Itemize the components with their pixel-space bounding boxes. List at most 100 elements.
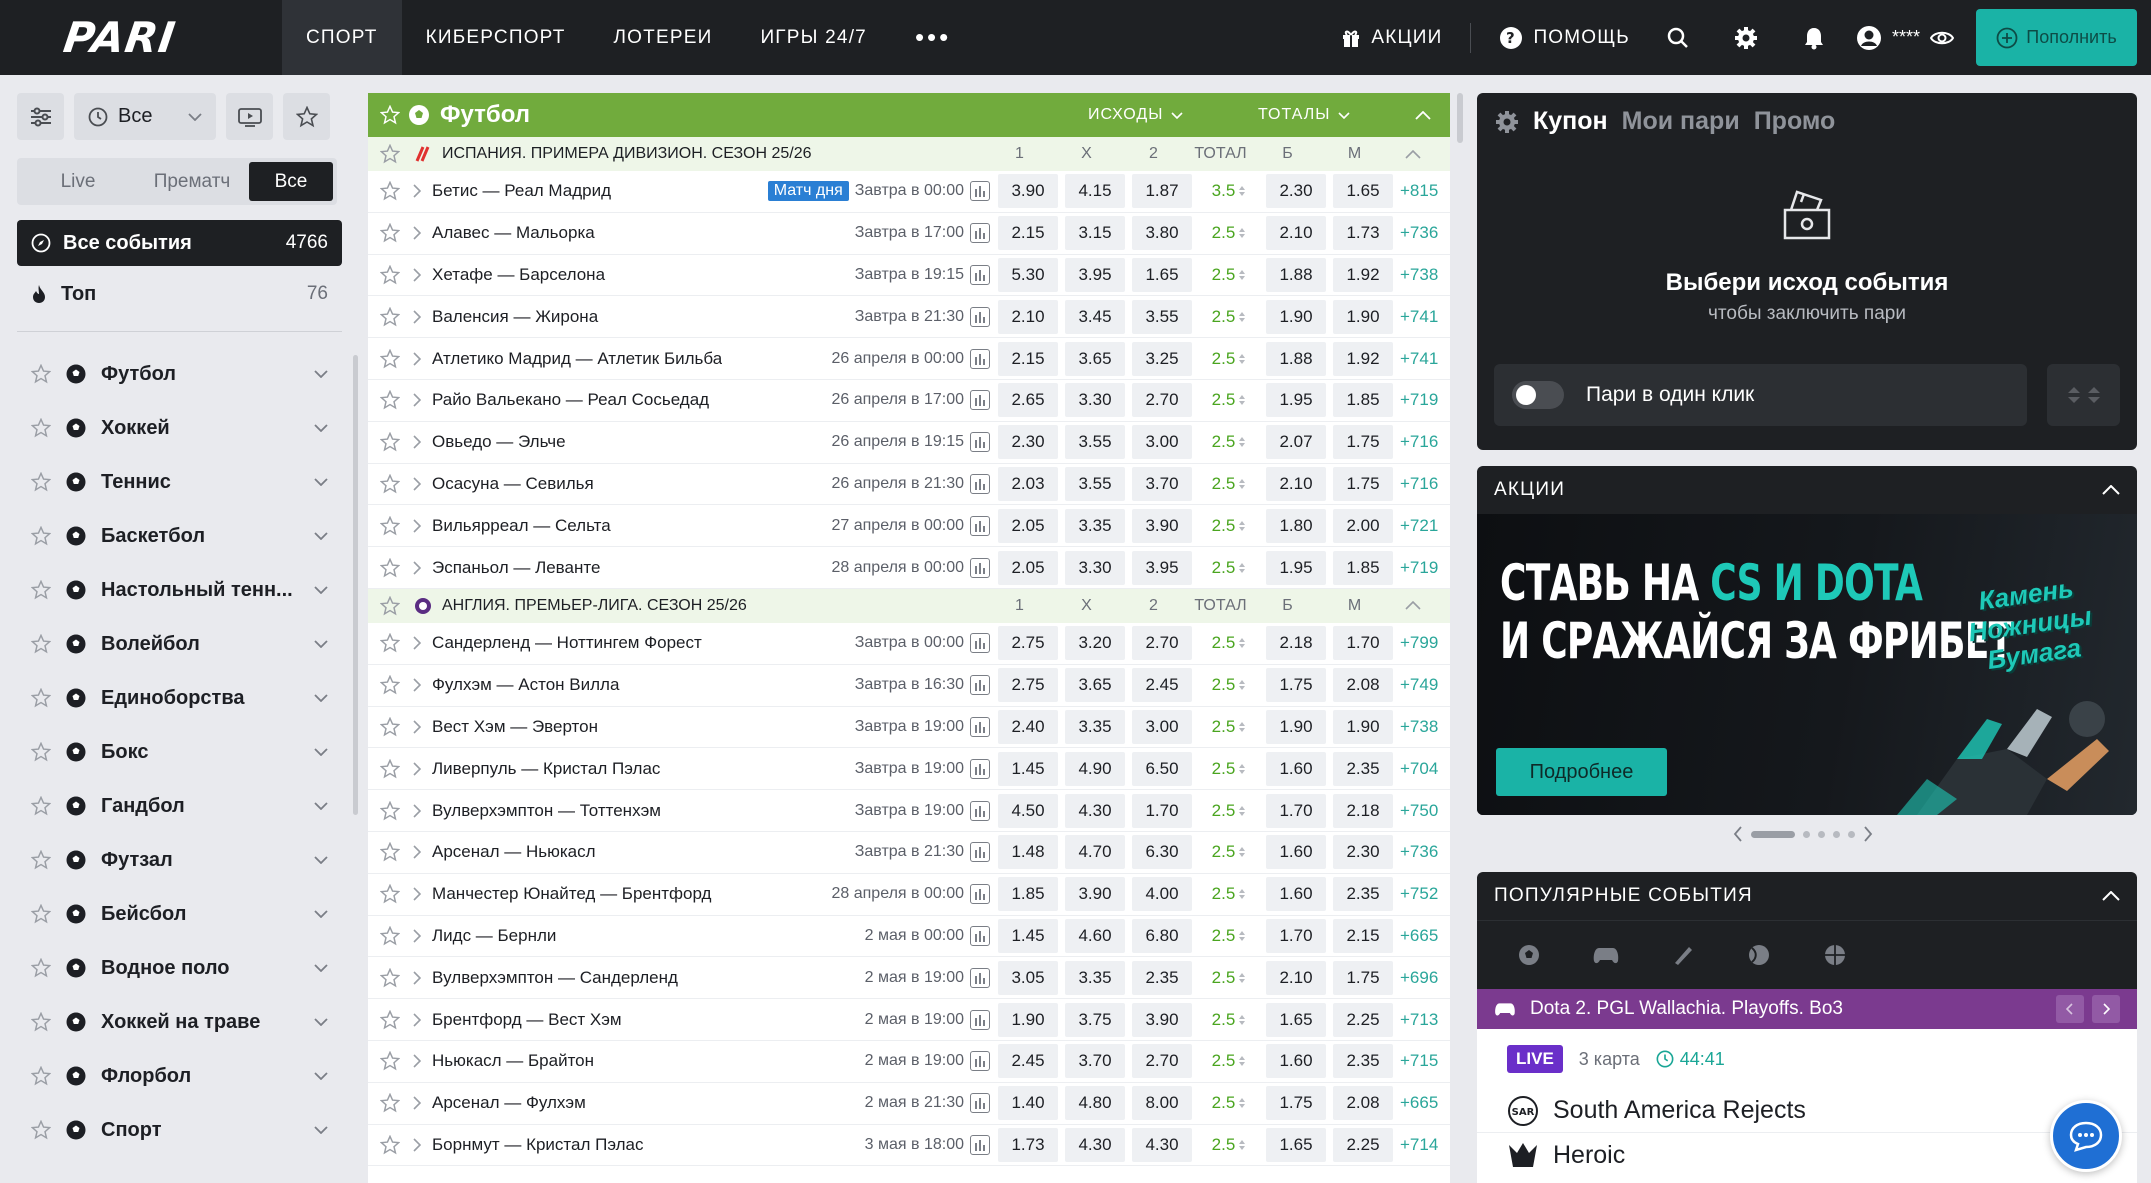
- match-row[interactable]: Овьедо — Эльче 26 апреля в 19:15 2.30 3.55 3…: [368, 422, 1450, 464]
- odd-home[interactable]: 1.90: [998, 1002, 1058, 1037]
- team-row[interactable]: SAR South America Rejects: [1477, 1089, 2137, 1133]
- odd-home[interactable]: 1.45: [998, 918, 1058, 953]
- chevron-right-icon[interactable]: [402, 1096, 432, 1110]
- statistics-icon[interactable]: [970, 967, 990, 988]
- odd-under[interactable]: 2.25: [1333, 1127, 1393, 1162]
- statistics-icon[interactable]: [970, 181, 990, 202]
- odd-home[interactable]: 5.30: [998, 257, 1058, 292]
- star-icon[interactable]: [31, 1012, 51, 1032]
- chevron-down-icon[interactable]: [314, 964, 328, 972]
- outcomes-dropdown[interactable]: ИСХОДЫ: [1088, 106, 1258, 124]
- more-markets-link[interactable]: +752: [1400, 884, 1450, 904]
- total-value[interactable]: 2.5: [1199, 216, 1259, 251]
- odd-under[interactable]: 1.90: [1333, 299, 1393, 334]
- settings-button[interactable]: [1712, 0, 1780, 75]
- more-markets-link[interactable]: +704: [1400, 759, 1450, 779]
- match-row[interactable]: Бетис — Реал Мадрид Матч дня Завтра в 00:0…: [368, 171, 1450, 213]
- more-markets-link[interactable]: +721: [1400, 516, 1450, 536]
- odd-away[interactable]: 4.30: [1132, 1127, 1192, 1162]
- match-row[interactable]: Хетафе — Барселона Завтра в 19:15 5.30 3.95…: [368, 255, 1450, 297]
- total-value[interactable]: 2.5: [1199, 793, 1259, 828]
- odd-over[interactable]: 1.75: [1266, 1086, 1326, 1121]
- more-markets-link[interactable]: +815: [1400, 181, 1450, 201]
- tab-promo[interactable]: Промо: [1754, 107, 1836, 136]
- star-icon[interactable]: [380, 842, 402, 862]
- odd-away[interactable]: 2.70: [1132, 383, 1192, 418]
- star-icon[interactable]: [380, 105, 400, 125]
- chevron-right-icon[interactable]: [402, 435, 432, 449]
- sidebar-item-sport[interactable]: Спорт: [17, 1103, 342, 1157]
- statistics-icon[interactable]: [970, 306, 990, 327]
- odd-draw[interactable]: 3.75: [1065, 1002, 1125, 1037]
- odd-over[interactable]: 1.70: [1266, 793, 1326, 828]
- total-value[interactable]: 2.5: [1199, 299, 1259, 334]
- odd-under[interactable]: 1.85: [1333, 550, 1393, 585]
- star-icon[interactable]: [31, 580, 51, 600]
- filters-button[interactable]: [17, 93, 64, 140]
- total-value[interactable]: 2.5: [1199, 877, 1259, 912]
- odd-draw[interactable]: 4.15: [1065, 174, 1125, 209]
- mode-all[interactable]: Все: [249, 162, 333, 201]
- match-row[interactable]: Ливерпуль — Кристал Пэлас Завтра в 19:00 1…: [368, 748, 1450, 791]
- more-markets-link[interactable]: +741: [1400, 307, 1450, 327]
- promo-banner[interactable]: СТАВЬ НА CS И DOTA И СРАЖАЙСЯ ЗА ФРИБЕТ …: [1477, 514, 2137, 815]
- chevron-down-icon[interactable]: [314, 1126, 328, 1134]
- statistics-icon[interactable]: [970, 348, 990, 369]
- collapse-icon[interactable]: [2102, 891, 2120, 901]
- sidebar-scrollbar[interactable]: [353, 355, 358, 815]
- sidebar-item-sport[interactable]: Гандбол: [17, 779, 342, 833]
- odd-home[interactable]: 1.45: [998, 751, 1058, 786]
- odd-under[interactable]: 1.75: [1333, 466, 1393, 501]
- statistics-icon[interactable]: [970, 264, 990, 285]
- team-row[interactable]: Heroic 1: [1477, 1133, 2137, 1177]
- total-value[interactable]: 2.5: [1199, 341, 1259, 376]
- odd-over[interactable]: 1.60: [1266, 835, 1326, 870]
- carousel-dot[interactable]: [1803, 830, 1810, 838]
- total-value[interactable]: 2.5: [1199, 626, 1259, 661]
- chat-button[interactable]: [2050, 1100, 2122, 1172]
- sidebar-item-sport[interactable]: Хоккей на траве: [17, 995, 342, 1049]
- odd-home[interactable]: 2.05: [998, 550, 1058, 585]
- total-value[interactable]: 2.5: [1199, 1086, 1259, 1121]
- star-icon[interactable]: [31, 634, 51, 654]
- odd-over[interactable]: 1.70: [1266, 918, 1326, 953]
- total-value[interactable]: 2.5: [1199, 918, 1259, 953]
- star-icon[interactable]: [31, 904, 51, 924]
- match-row[interactable]: Осасуна — Севилья 26 апреля в 21:30 2.03 3.…: [368, 464, 1450, 506]
- odd-under[interactable]: 2.35: [1333, 751, 1393, 786]
- statistics-icon[interactable]: [970, 432, 990, 453]
- deposit-button[interactable]: Пополнить: [1976, 9, 2137, 66]
- sidebar-item-sport[interactable]: Настольный тенн...: [17, 563, 342, 617]
- odd-draw[interactable]: 3.65: [1065, 668, 1125, 703]
- odd-away[interactable]: 1.65: [1132, 257, 1192, 292]
- user-account[interactable]: ****: [1848, 25, 1962, 51]
- time-filter-select[interactable]: Все: [74, 93, 216, 140]
- more-markets-link[interactable]: +696: [1400, 968, 1450, 988]
- total-value[interactable]: 2.5: [1199, 383, 1259, 418]
- odd-home[interactable]: 2.45: [998, 1044, 1058, 1079]
- chevron-down-icon[interactable]: [314, 424, 328, 432]
- match-row[interactable]: Вулверхэмптон — Тоттенхэм Завтра в 19:00 4…: [368, 790, 1450, 832]
- statistics-icon[interactable]: [970, 390, 990, 411]
- odd-under[interactable]: 1.70: [1333, 626, 1393, 661]
- help-link[interactable]: ? ПОМОЩЬ: [1485, 26, 1644, 50]
- video-button[interactable]: [226, 93, 273, 140]
- total-value[interactable]: 3.5: [1199, 174, 1259, 209]
- chevron-right-icon[interactable]: [402, 845, 432, 859]
- odd-under[interactable]: 1.92: [1333, 257, 1393, 292]
- chevron-right-icon[interactable]: [402, 720, 432, 734]
- carousel-dot[interactable]: [1818, 830, 1825, 838]
- total-value[interactable]: 2.5: [1199, 257, 1259, 292]
- star-icon[interactable]: [380, 432, 402, 452]
- odd-draw[interactable]: 3.30: [1065, 383, 1125, 418]
- odd-away[interactable]: 3.00: [1132, 425, 1192, 460]
- popular-league-bar[interactable]: Dota 2. PGL Wallachia. Playoffs. Bo3: [1477, 989, 2137, 1029]
- odd-home[interactable]: 4.50: [998, 793, 1058, 828]
- statistics-icon[interactable]: [970, 884, 990, 905]
- chevron-right-icon[interactable]: [1863, 826, 1873, 842]
- odd-away[interactable]: 3.95: [1132, 550, 1192, 585]
- chevron-down-icon[interactable]: [314, 532, 328, 540]
- chevron-right-icon[interactable]: [402, 929, 432, 943]
- chevron-down-icon[interactable]: [314, 478, 328, 486]
- more-markets-link[interactable]: +749: [1400, 675, 1450, 695]
